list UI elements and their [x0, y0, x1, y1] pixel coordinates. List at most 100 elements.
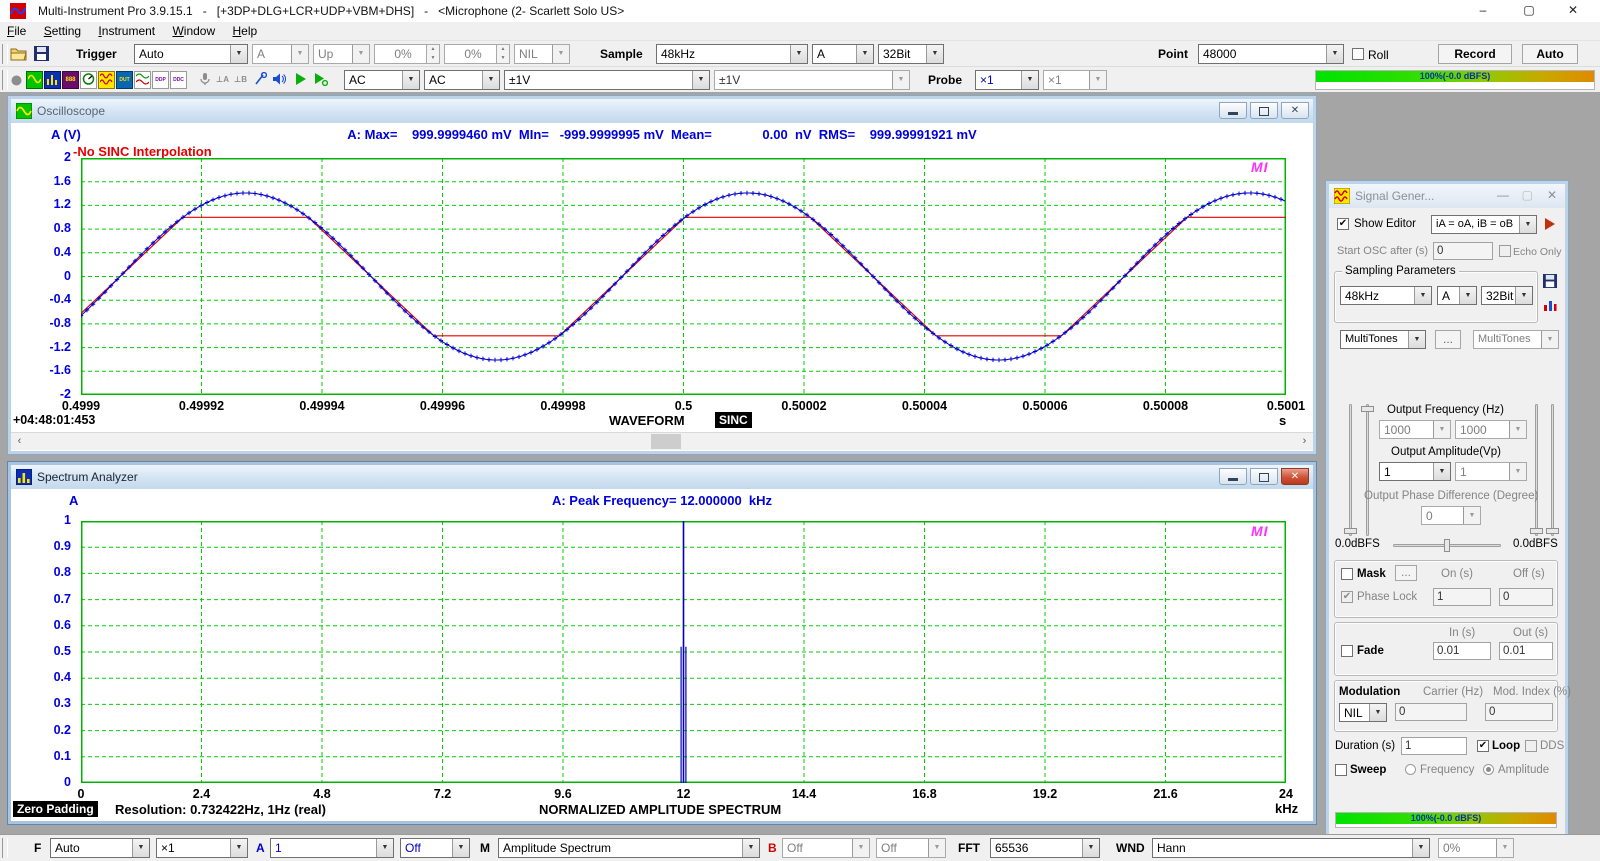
generator-bits-select[interactable]: 32Bit▼	[1481, 286, 1533, 305]
probe-a-select[interactable]: ×1▼	[975, 70, 1039, 90]
auto-scale-button[interactable]: Auto	[1522, 44, 1578, 64]
dds-checkbox[interactable]	[1525, 740, 1537, 752]
maximize-button[interactable]: ▢	[1522, 188, 1533, 202]
amplitude-b-select[interactable]: 1▼	[1455, 462, 1527, 481]
mask-on-input[interactable]	[1433, 588, 1491, 606]
oscilloscope-h-scrollbar[interactable]: ‹ ›	[11, 432, 1313, 450]
start-osc-input[interactable]	[1433, 242, 1493, 260]
app-close-button[interactable]: ✕	[1558, 3, 1588, 19]
ddc-viewer-icon[interactable]: DDC	[170, 71, 187, 89]
phase-lock-checkbox[interactable]	[1341, 591, 1353, 603]
fade-checkbox[interactable]	[1341, 645, 1353, 657]
fft-size-select[interactable]: 65536▼	[990, 838, 1100, 858]
phase-select[interactable]: 0▼	[1421, 506, 1481, 525]
frequency-b-select[interactable]: 1000▼	[1455, 420, 1527, 439]
minimize-button[interactable]: —	[1497, 188, 1509, 202]
roll-checkbox[interactable]	[1352, 48, 1364, 60]
trigger-hpf-select[interactable]: NIL▼	[514, 44, 570, 64]
duration-input[interactable]	[1401, 737, 1467, 755]
restore-button[interactable]	[1250, 102, 1278, 119]
sweep-frequency-radio[interactable]	[1405, 764, 1416, 775]
mask-editor-button[interactable]: ...	[1395, 565, 1417, 581]
mask-off-input[interactable]	[1499, 588, 1553, 606]
close-button[interactable]: ✕	[1281, 102, 1309, 119]
derived-data-icon[interactable]	[134, 71, 151, 89]
amplitude-a-select[interactable]: 1▼	[1379, 462, 1451, 481]
fader-a-inner-thumb[interactable]	[1361, 406, 1374, 412]
ground-b-icon[interactable]: ⊥B	[232, 71, 249, 89]
trigger-mode-select[interactable]: Auto▼	[134, 44, 248, 64]
routing-select[interactable]: iA = oA, iB = oB▼	[1431, 215, 1537, 234]
sample-rate-select[interactable]: 48kHz▼	[656, 44, 808, 64]
trigger-delay-spinner[interactable]: 0%▲▼	[444, 44, 510, 64]
input-mute-icon[interactable]	[196, 71, 213, 89]
overlap-select[interactable]: 0%▼	[1438, 838, 1514, 858]
scroll-left-icon[interactable]: ‹	[11, 433, 28, 450]
restore-button[interactable]	[1250, 468, 1278, 485]
generator-rate-select[interactable]: 48kHz▼	[1340, 286, 1432, 305]
frequency-multiplier-select[interactable]: ×1▼	[156, 838, 248, 858]
generator-tones-icon[interactable]	[1543, 298, 1557, 312]
menu-file[interactable]: File	[0, 22, 33, 40]
probe-b-select[interactable]: ×1▼	[1043, 70, 1107, 90]
ground-a-icon[interactable]: ⊥A	[214, 71, 231, 89]
data-logger-icon[interactable]	[80, 71, 97, 89]
fader-b-inner-thumb[interactable]	[1530, 528, 1543, 534]
coupling-a-select[interactable]: AC▼	[344, 70, 420, 90]
show-editor-checkbox[interactable]	[1337, 218, 1349, 230]
carrier-input[interactable]	[1395, 703, 1467, 721]
device-under-test-icon[interactable]: DUT	[116, 71, 133, 89]
sinc-badge[interactable]: SINC	[715, 412, 752, 428]
fade-out-input[interactable]	[1499, 642, 1553, 660]
frequency-a-select[interactable]: 1000▼	[1379, 420, 1451, 439]
spinner-arrows-icon[interactable]: ▲▼	[496, 45, 509, 63]
spectrum-title-bar[interactable]: Spectrum Analyzer ✕	[11, 465, 1313, 490]
fader-b-outer-thumb[interactable]	[1546, 528, 1559, 534]
toolbar-grip[interactable]	[2, 44, 8, 64]
toolbar-grip[interactable]	[2, 838, 8, 858]
ref-b-select[interactable]: Off▼	[876, 838, 946, 858]
range-b-select[interactable]: ±1V▼	[714, 70, 910, 90]
oscilloscope-icon[interactable]	[26, 71, 43, 89]
minimize-button[interactable]	[1219, 468, 1247, 485]
fade-in-input[interactable]	[1433, 642, 1491, 660]
multimeter-icon[interactable]: 888	[62, 71, 79, 89]
echo-only-checkbox[interactable]	[1499, 245, 1511, 257]
fader-b-outer-track[interactable]	[1551, 404, 1554, 536]
signal-generator-title-bar[interactable]: Signal Gener... — ▢ ✕	[1329, 184, 1565, 209]
fader-a-outer-track[interactable]	[1349, 404, 1352, 536]
sweep-amplitude-radio[interactable]	[1483, 764, 1494, 775]
range-a-select[interactable]: ±1V▼	[504, 70, 710, 90]
menu-window[interactable]: Window	[165, 22, 222, 40]
coupling-b-select[interactable]: AC▼	[424, 70, 500, 90]
ref-a-select[interactable]: Off▼	[400, 838, 470, 858]
open-file-icon[interactable]	[10, 46, 28, 61]
generator-save-icon[interactable]	[1543, 274, 1557, 288]
record-button[interactable]: Record	[1438, 44, 1512, 64]
trigger-level-spinner[interactable]: 0%▲▼	[374, 44, 440, 64]
spinner-arrows-icon[interactable]: ▲▼	[426, 45, 439, 63]
fader-b-inner-track[interactable]	[1535, 404, 1538, 536]
oscilloscope-title-bar[interactable]: Oscilloscope ✕	[11, 99, 1313, 124]
loop-checkbox[interactable]	[1477, 740, 1489, 752]
spectrum-analyzer-icon[interactable]	[44, 71, 61, 89]
app-maximize-button[interactable]: ▢	[1514, 3, 1544, 19]
trigger-source-select[interactable]: A▼	[252, 44, 309, 64]
point-count-select[interactable]: 48000▼	[1198, 44, 1344, 64]
menu-instrument[interactable]: Instrument	[91, 22, 162, 40]
waveform-a-select[interactable]: MultiTones▼	[1340, 330, 1426, 349]
ddp-viewer-icon[interactable]: DDP	[152, 71, 169, 89]
fader-a-outer-thumb[interactable]	[1344, 528, 1357, 534]
scrollbar-thumb[interactable]	[651, 434, 681, 449]
save-icon[interactable]	[34, 46, 49, 61]
close-button[interactable]: ✕	[1281, 468, 1309, 485]
run-loop-icon[interactable]	[312, 71, 329, 89]
oscilloscope-plot[interactable]	[81, 158, 1286, 395]
run-icon[interactable]	[292, 71, 309, 89]
gain-a-select[interactable]: 1▼	[270, 838, 394, 858]
scroll-right-icon[interactable]: ›	[1296, 433, 1313, 450]
fader-a-inner-track[interactable]	[1366, 404, 1369, 536]
gain-b-select[interactable]: Off▼	[782, 838, 870, 858]
modulation-select[interactable]: NIL▼	[1339, 703, 1387, 722]
waveform-b-select[interactable]: MultiTones▼	[1473, 330, 1559, 349]
